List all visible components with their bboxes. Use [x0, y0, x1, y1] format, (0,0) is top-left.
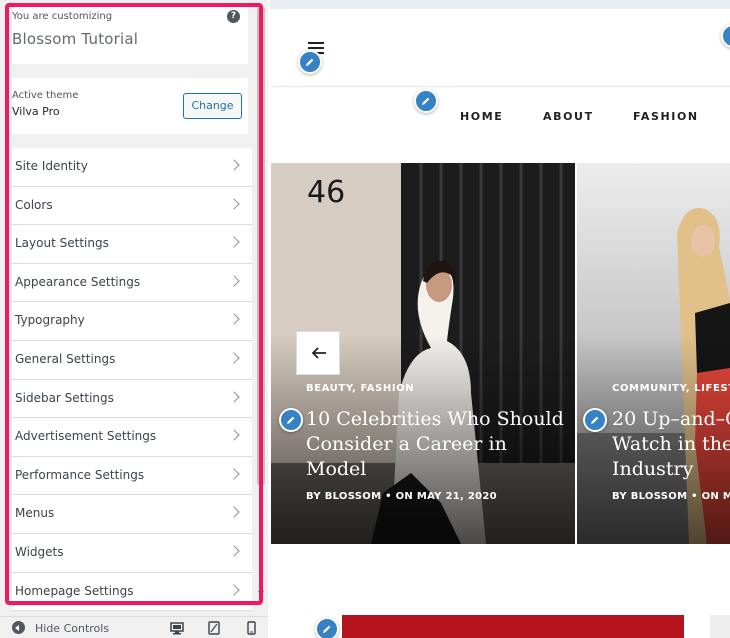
site-preview: HOME ABOUT FASHION 46 BEAUTY, FASHION 10… [270, 0, 730, 638]
nav-item-fashion[interactable]: FASHION [633, 110, 699, 123]
section-label: Appearance Settings [15, 274, 141, 289]
arrow-left-icon [311, 347, 326, 359]
slider-slide[interactable]: 46 BEAUTY, FASHION 10 Celebrities Who Sh… [271, 163, 575, 544]
section-label: Advertisement Settings [15, 429, 157, 444]
customizer-panel: You are customizing Blossom Tutorial ? A… [0, 0, 268, 638]
post-thumbnail[interactable] [710, 615, 730, 638]
section-list: Site Identity Colors Layout Settings App… [12, 148, 252, 612]
post-title-line: Industry [612, 458, 694, 480]
section-label: Layout Settings [15, 236, 109, 251]
chevron-right-icon [228, 352, 240, 364]
post-title-line: Watch in the [612, 433, 730, 455]
section-typography[interactable]: Typography [12, 302, 252, 341]
section-label: Widgets [15, 544, 64, 559]
collapse-arrow-icon[interactable] [12, 621, 25, 634]
mobile-icon[interactable] [244, 621, 258, 635]
post-thumbnail[interactable] [342, 615, 684, 638]
scroll-down-arrow-icon[interactable] [258, 591, 264, 595]
section-label: Sidebar Settings [15, 390, 114, 405]
chevron-right-icon [228, 275, 240, 287]
post-meta: BY BLOSSOM • ON M [612, 491, 730, 502]
edit-shortcut-pencil-icon[interactable] [279, 408, 303, 432]
chevron-right-icon [228, 197, 240, 210]
section-appearance-settings[interactable]: Appearance Settings [12, 263, 252, 303]
nav-item-about[interactable]: ABOUT [543, 110, 594, 123]
tablet-icon[interactable] [207, 621, 221, 635]
section-label: Site Identity [15, 159, 88, 173]
section-sidebar-settings[interactable]: Sidebar Settings [12, 379, 252, 419]
customizer-header: You are customizing Blossom Tutorial ? [12, 6, 248, 64]
post-meta: BY BLOSSOM • ON MAY 21, 2020 [306, 491, 497, 502]
section-advertisement-settings[interactable]: Advertisement Settings [12, 418, 252, 457]
customizer-footer: Hide Controls [0, 616, 268, 638]
chevron-right-icon [228, 545, 240, 557]
nav-item-home[interactable]: HOME [460, 110, 503, 123]
chevron-right-icon [228, 429, 240, 441]
preview-top-bar [270, 0, 730, 9]
hide-controls-button[interactable]: Hide Controls [35, 622, 109, 635]
section-homepage-settings[interactable]: Homepage Settings [12, 572, 252, 612]
chevron-right-icon [228, 468, 240, 480]
section-label: Menus [15, 506, 55, 521]
active-theme-box: Active theme Vilva Pro Change [12, 78, 248, 134]
slider-slide[interactable]: COMMUNITY, LIFEST 20 Up–and–C Watch in t… [577, 163, 730, 544]
chevron-right-icon [228, 583, 240, 596]
post-title-line: Model [306, 458, 367, 480]
section-site-identity[interactable]: Site Identity [12, 148, 252, 187]
section-label: Homepage Settings [15, 583, 134, 598]
chevron-right-icon [228, 313, 240, 326]
theme-name: Vilva Pro [12, 105, 60, 118]
section-label: General Settings [15, 351, 116, 366]
slide-image [577, 163, 730, 544]
post-title-line: 10 Celebrities Who Should [306, 408, 564, 430]
change-theme-button[interactable]: Change [183, 93, 242, 119]
section-label: Performance Settings [15, 467, 145, 482]
active-theme-label: Active theme [12, 90, 79, 101]
house-number: 46 [307, 175, 346, 210]
section-colors[interactable]: Colors [12, 186, 252, 226]
panel-scrollbar[interactable] [257, 6, 265, 486]
question-icon[interactable]: ? [227, 10, 240, 23]
edit-shortcut-pencil-icon[interactable] [583, 408, 607, 432]
chevron-right-icon [228, 236, 240, 248]
nav-divider [270, 86, 730, 87]
post-title[interactable]: 20 Up–and–C Watch in the Industry [612, 407, 730, 482]
edit-shortcut-pencil-icon[interactable] [298, 50, 322, 74]
edit-shortcut-pencil-icon[interactable] [315, 617, 339, 638]
slider-prev-button[interactable] [296, 331, 340, 375]
section-general-settings[interactable]: General Settings [12, 340, 252, 380]
chevron-right-icon [228, 390, 240, 403]
customizing-label: You are customizing [12, 11, 113, 22]
site-title: Blossom Tutorial [12, 30, 139, 48]
desktop-icon[interactable] [170, 621, 184, 635]
edit-shortcut-pencil-icon[interactable] [721, 24, 730, 48]
post-title-line: 20 Up–and–C [612, 408, 730, 430]
post-categories[interactable]: BEAUTY, FASHION [306, 383, 414, 394]
post-title[interactable]: 10 Celebrities Who Should Consider a Car… [306, 407, 575, 482]
post-categories[interactable]: COMMUNITY, LIFEST [612, 383, 730, 394]
section-menus[interactable]: Menus [12, 495, 252, 534]
edit-shortcut-pencil-icon[interactable] [414, 89, 438, 113]
chevron-right-icon [228, 159, 240, 171]
section-label: Colors [15, 197, 53, 212]
section-label: Typography [15, 313, 85, 328]
section-performance-settings[interactable]: Performance Settings [12, 456, 252, 496]
chevron-right-icon [228, 506, 240, 519]
section-layout-settings[interactable]: Layout Settings [12, 225, 252, 264]
post-title-line: Consider a Career in [306, 433, 507, 455]
section-widgets[interactable]: Widgets [12, 533, 252, 573]
